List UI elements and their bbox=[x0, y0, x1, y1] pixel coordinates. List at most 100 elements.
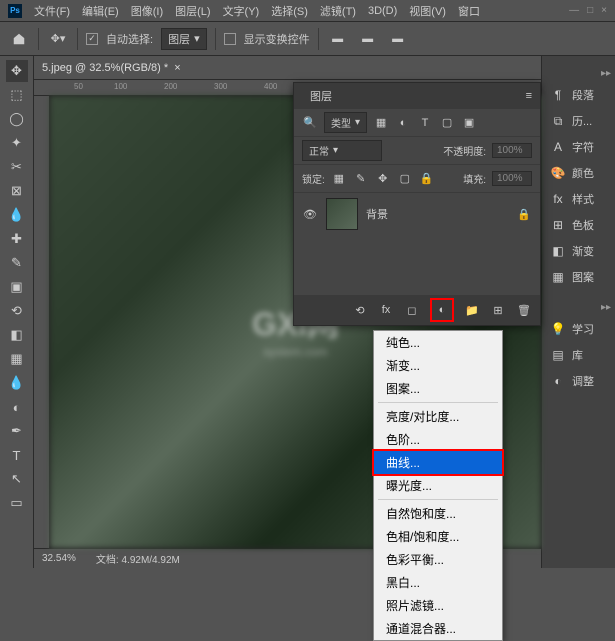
document-tab[interactable]: 5.jpeg @ 32.5%(RGB/8) * × bbox=[34, 56, 541, 80]
shape-tool[interactable]: ▭ bbox=[6, 492, 28, 514]
dock-color[interactable]: 🎨颜色 bbox=[542, 160, 615, 186]
menu-file[interactable]: 文件(F) bbox=[28, 3, 76, 19]
menu-3d[interactable]: 3D(D) bbox=[362, 5, 403, 17]
dock-character[interactable]: A字符 bbox=[542, 134, 615, 160]
menu-levels[interactable]: 色阶... bbox=[374, 428, 502, 451]
menu-edit[interactable]: 编辑(E) bbox=[76, 3, 125, 19]
menu-type[interactable]: 文字(Y) bbox=[217, 3, 266, 19]
lock-position-icon[interactable]: ✥ bbox=[375, 171, 391, 187]
menu-photo-filter[interactable]: 照片滤镜... bbox=[374, 594, 502, 617]
menu-select[interactable]: 选择(S) bbox=[265, 3, 314, 19]
history-brush-tool[interactable]: ⟲ bbox=[6, 300, 28, 322]
menu-solid-color[interactable]: 纯色... bbox=[374, 331, 502, 354]
fx-icon[interactable]: fx bbox=[378, 302, 394, 318]
lock-brush-icon[interactable]: ✎ bbox=[353, 171, 369, 187]
auto-select-dropdown[interactable]: 图层▾ bbox=[161, 28, 207, 50]
blur-tool[interactable]: 💧 bbox=[6, 372, 28, 394]
gradient-tool[interactable]: ▦ bbox=[6, 348, 28, 370]
move-tool-icon[interactable]: ✥▾ bbox=[47, 28, 69, 50]
adjustment-layer-icon[interactable]: ◐ bbox=[434, 302, 450, 318]
layer-name[interactable]: 背景 bbox=[366, 206, 388, 222]
eraser-tool[interactable]: ◧ bbox=[6, 324, 28, 346]
dock-adjustments[interactable]: ◐调整 bbox=[542, 368, 615, 394]
filter-text-icon[interactable]: T bbox=[417, 115, 433, 131]
wand-tool[interactable]: ✦ bbox=[6, 132, 28, 154]
menu-exposure[interactable]: 曝光度... bbox=[374, 474, 502, 497]
filter-adjust-icon[interactable]: ◐ bbox=[395, 115, 411, 131]
crop-tool[interactable]: ✂ bbox=[6, 156, 28, 178]
folder-icon[interactable]: 📁 bbox=[464, 302, 480, 318]
align-icon-3[interactable]: ▬ bbox=[387, 28, 409, 50]
menu-channel-mixer[interactable]: 通道混合器... bbox=[374, 617, 502, 640]
dock-libraries[interactable]: ▤库 bbox=[542, 342, 615, 368]
layer-row-background[interactable]: 👁 背景 🔒 bbox=[294, 193, 540, 235]
dock-collapse-icon-2[interactable]: ▸▸ bbox=[542, 298, 615, 316]
menu-brightness[interactable]: 亮度/对比度... bbox=[374, 405, 502, 428]
filter-shape-icon[interactable]: ▢ bbox=[439, 115, 455, 131]
layers-panel-tab[interactable]: 图层 bbox=[302, 88, 340, 104]
move-tool[interactable]: ✥ bbox=[6, 60, 28, 82]
menu-curves[interactable]: 曲线... bbox=[374, 451, 502, 474]
dock-gradients[interactable]: ◧渐变 bbox=[542, 238, 615, 264]
filter-pixel-icon[interactable]: ▦ bbox=[373, 115, 389, 131]
maximize-icon[interactable]: □ bbox=[587, 5, 593, 16]
filter-type-dropdown[interactable]: 类型 ▾ bbox=[324, 112, 367, 133]
dock-learn[interactable]: 💡学习 bbox=[542, 316, 615, 342]
filter-smart-icon[interactable]: ▣ bbox=[461, 115, 477, 131]
zoom-level[interactable]: 32.54% bbox=[42, 553, 76, 564]
lock-pixels-icon[interactable]: ▦ bbox=[331, 171, 347, 187]
dock-swatches[interactable]: ⊞色板 bbox=[542, 212, 615, 238]
home-icon[interactable] bbox=[8, 28, 30, 50]
dock-history[interactable]: ⧉历... bbox=[542, 108, 615, 134]
type-tool[interactable]: T bbox=[6, 444, 28, 466]
dock-paragraph[interactable]: ¶段落 bbox=[542, 82, 615, 108]
visibility-icon[interactable]: 👁 bbox=[302, 206, 318, 222]
watermark-subtitle: system.com bbox=[263, 345, 327, 359]
filter-type-icon[interactable]: 🔍 bbox=[302, 115, 318, 131]
menu-image[interactable]: 图像(I) bbox=[125, 3, 169, 19]
stamp-tool[interactable]: ▣ bbox=[6, 276, 28, 298]
menu-bw[interactable]: 黑白... bbox=[374, 571, 502, 594]
new-layer-icon[interactable]: ⊞ bbox=[490, 302, 506, 318]
auto-select-checkbox[interactable]: ✓ bbox=[86, 33, 98, 45]
menu-pattern[interactable]: 图案... bbox=[374, 377, 502, 400]
layer-thumbnail[interactable] bbox=[326, 198, 358, 230]
opacity-label: 不透明度: bbox=[443, 143, 486, 158]
right-dock: ▸▸ ¶段落 ⧉历... A字符 🎨颜色 fx样式 ⊞色板 ◧渐变 ▦图案 ▸▸… bbox=[541, 56, 615, 568]
align-icon-2[interactable]: ▬ bbox=[357, 28, 379, 50]
dock-collapse-icon[interactable]: ▸▸ bbox=[542, 64, 615, 82]
brush-tool[interactable]: ✎ bbox=[6, 252, 28, 274]
lock-artboard-icon[interactable]: ▢ bbox=[397, 171, 413, 187]
delete-icon[interactable]: 🗑 bbox=[516, 302, 532, 318]
eyedropper-tool[interactable]: 💧 bbox=[6, 204, 28, 226]
heal-tool[interactable]: ✚ bbox=[6, 228, 28, 250]
frame-tool[interactable]: ⊠ bbox=[6, 180, 28, 202]
link-layers-icon[interactable]: ⟲ bbox=[352, 302, 368, 318]
menu-layer[interactable]: 图层(L) bbox=[169, 3, 216, 19]
align-icon-1[interactable]: ▬ bbox=[327, 28, 349, 50]
path-tool[interactable]: ↖ bbox=[6, 468, 28, 490]
opacity-input[interactable]: 100% bbox=[492, 143, 532, 158]
menu-vibrance[interactable]: 自然饱和度... bbox=[374, 502, 502, 525]
options-bar: ✥▾ ✓ 自动选择: 图层▾ 显示变换控件 ▬ ▬ ▬ bbox=[0, 22, 615, 56]
dodge-tool[interactable]: ◐ bbox=[6, 396, 28, 418]
menu-view[interactable]: 视图(V) bbox=[403, 3, 452, 19]
fill-input[interactable]: 100% bbox=[492, 171, 532, 186]
dock-styles[interactable]: fx样式 bbox=[542, 186, 615, 212]
minimize-icon[interactable]: — bbox=[569, 5, 579, 16]
menu-gradient[interactable]: 渐变... bbox=[374, 354, 502, 377]
menu-hue-sat[interactable]: 色相/饱和度... bbox=[374, 525, 502, 548]
marquee-tool[interactable]: ⬚ bbox=[6, 84, 28, 106]
dock-patterns[interactable]: ▦图案 bbox=[542, 264, 615, 290]
mask-icon[interactable]: ◻ bbox=[404, 302, 420, 318]
show-transform-checkbox[interactable] bbox=[224, 33, 236, 45]
blend-mode-dropdown[interactable]: 正常 ▾ bbox=[302, 140, 382, 161]
lock-all-icon[interactable]: 🔒 bbox=[419, 171, 435, 187]
menu-filter[interactable]: 滤镜(T) bbox=[314, 3, 362, 19]
tools-panel: ✥ ⬚ ◯ ✦ ✂ ⊠ 💧 ✚ ✎ ▣ ⟲ ◧ ▦ 💧 ◐ ✒ T ↖ ▭ bbox=[0, 56, 34, 568]
menu-window[interactable]: 窗口 bbox=[452, 3, 486, 19]
panel-menu-icon[interactable]: ≡ bbox=[526, 90, 532, 102]
pen-tool[interactable]: ✒ bbox=[6, 420, 28, 442]
close-icon[interactable]: × bbox=[601, 5, 607, 16]
lasso-tool[interactable]: ◯ bbox=[6, 108, 28, 130]
